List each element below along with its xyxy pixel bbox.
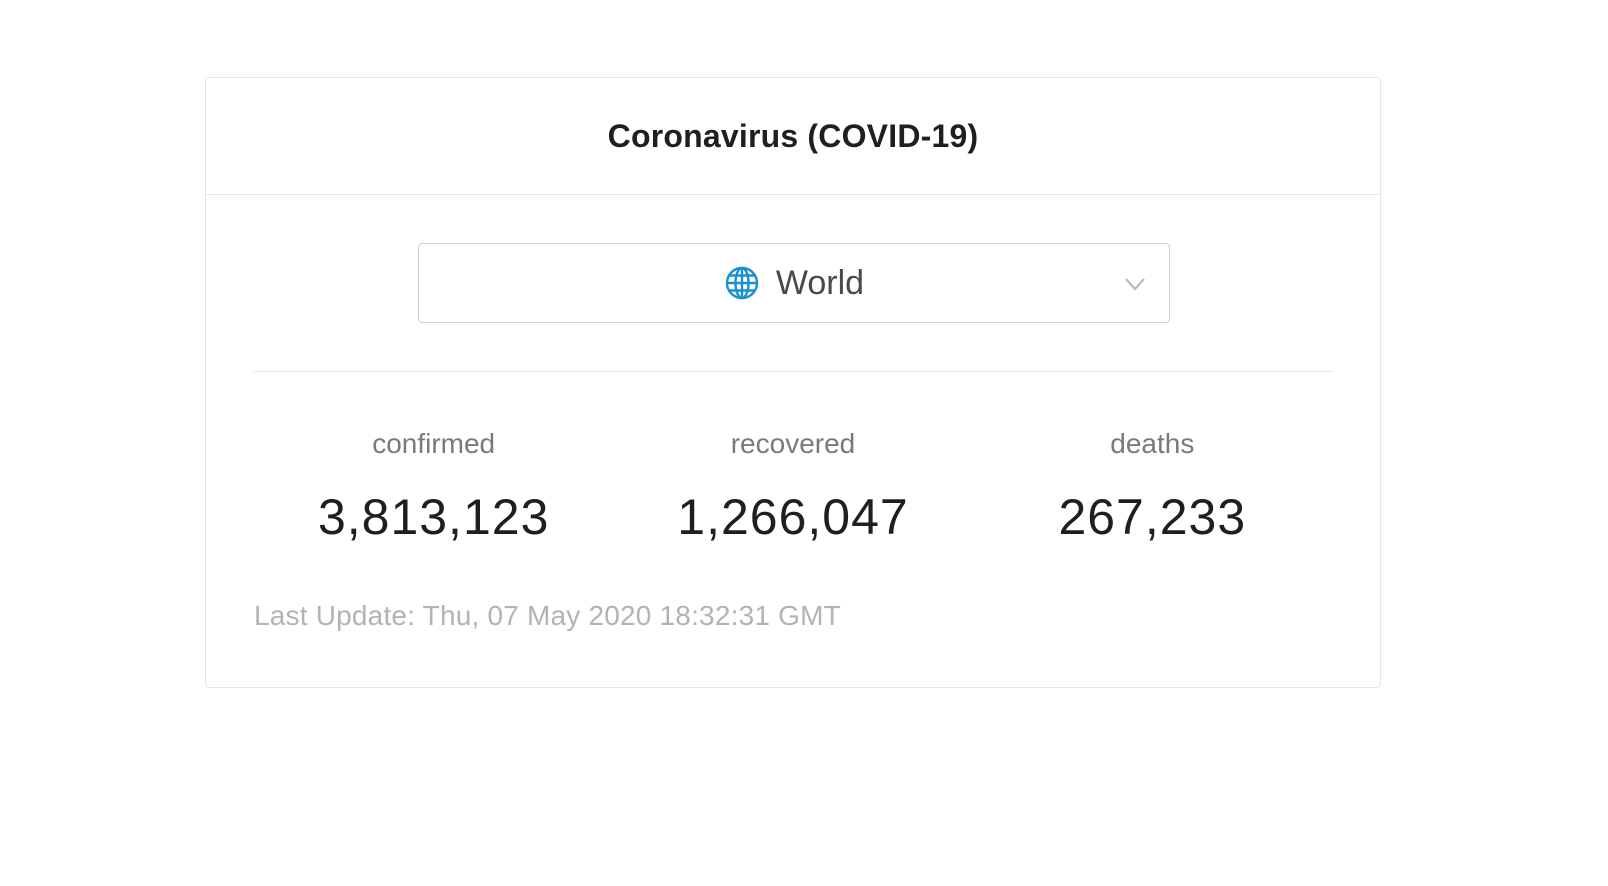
chevron-down-icon [1123,272,1147,296]
stat-label: deaths [1110,428,1195,459]
stat-label: confirmed [372,428,496,459]
region-select[interactable]: World [418,243,1170,323]
covid-card: Coronavirus (COVID-19) World confirmed 3… [205,77,1381,688]
stat-label: recovered [730,428,856,459]
stat-deaths: deaths 267,233 [973,427,1332,545]
stats-row: confirmed 3,813,123 recovered 1,266,047 … [254,427,1332,545]
stat-value: 3,813,123 [317,489,550,545]
stat-confirmed: confirmed 3,813,123 [254,427,613,545]
globe-icon [724,265,760,301]
stat-recovered: recovered 1,266,047 [613,427,972,545]
divider [254,371,1332,372]
stat-value: 267,233 [1058,489,1247,545]
region-select-value: World [724,264,864,303]
page-title: Coronavirus (COVID-19) [607,117,979,154]
last-update-text: Last Update: Thu, 07 May 2020 18:32:31 G… [254,600,841,631]
region-select-label: World [775,263,865,302]
stat-value: 1,266,047 [677,489,909,545]
card-header: Coronavirus (COVID-19) [206,78,1380,195]
